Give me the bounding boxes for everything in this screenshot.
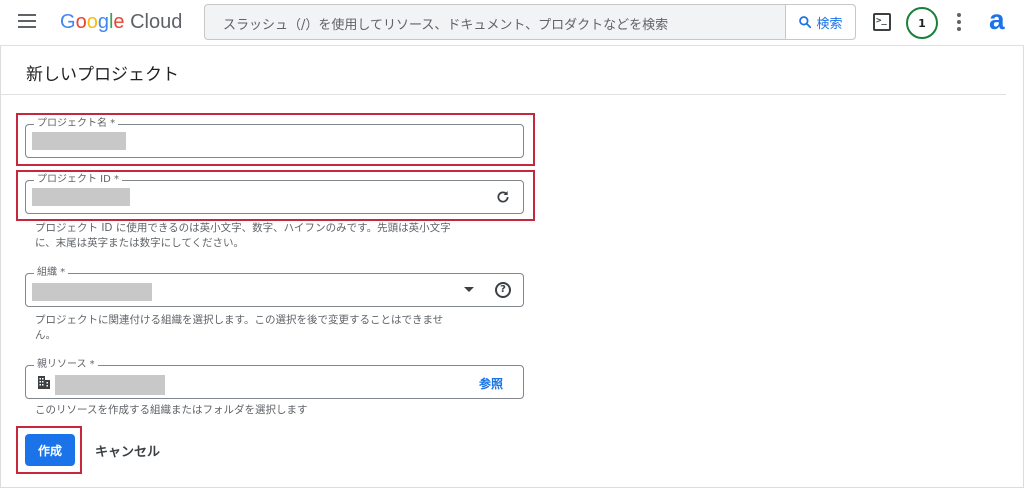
search-input[interactable]: スラッシュ（/）を使用してリソース、ドキュメント、プロダクトなどを検索 (223, 14, 668, 33)
parent-resource-label: 親リソース * (34, 358, 98, 372)
hamburger-menu-icon[interactable] (18, 14, 36, 28)
project-id-hint-line: に、末尾は英字または数字にしてください。 (35, 237, 245, 249)
logo-letter: o (75, 11, 87, 33)
organization-label: 組織 * (34, 266, 69, 280)
logo-cloud-text: Cloud (130, 11, 183, 33)
create-button[interactable]: 作成 (25, 434, 75, 466)
notification-count-badge[interactable]: 1 (906, 7, 938, 39)
organization-select[interactable]: 組織 * ? (25, 266, 524, 307)
search-button-label: 検索 (816, 16, 843, 32)
top-bar: Google Cloud スラッシュ（/）を使用してリソース、ドキュメント、プロ… (0, 0, 1024, 46)
organization-value-redacted (32, 283, 152, 301)
help-icon[interactable]: ? (495, 282, 511, 298)
project-name-value-redacted (32, 132, 126, 150)
project-id-label: プロジェクト ID * (34, 173, 123, 187)
logo-letter: o (86, 11, 98, 33)
page-title: 新しいプロジェクト (26, 65, 179, 85)
organization-hint-line: ん。 (35, 329, 56, 341)
parent-resource-hint: このリソースを作成する組織またはフォルダを選択します (35, 404, 308, 416)
parent-resource-value-redacted (55, 375, 165, 395)
logo-letter: G (60, 11, 76, 33)
logo-letter: e (113, 11, 125, 33)
refresh-icon[interactable] (495, 189, 511, 205)
project-name-label: プロジェクト名 * (34, 117, 119, 131)
project-id-hint: プロジェクト ID に使用できるのは英小文字、数字、ハイフンのみです。先頭は英小… (35, 221, 505, 251)
account-avatar[interactable]: a (989, 4, 1005, 36)
organization-hint: プロジェクトに関連付ける組織を選択します。この選択を後で変更することはできませ … (35, 313, 505, 343)
search-icon (799, 16, 812, 29)
organization-hint-line: プロジェクトに関連付ける組織を選択します。この選択を後で変更することはできませ (35, 314, 444, 326)
parent-resource-field[interactable]: 親リソース * 参照 (25, 358, 524, 399)
project-id-field[interactable]: プロジェクト ID * (25, 173, 524, 214)
project-id-value-redacted (32, 188, 130, 206)
google-cloud-logo[interactable]: Google Cloud (60, 10, 182, 34)
title-divider (0, 94, 1006, 95)
browse-button[interactable]: 参照 (479, 375, 503, 392)
project-id-hint-line: プロジェクト ID に使用できるのは英小文字、数字、ハイフンのみです。先頭は英小… (35, 222, 451, 234)
project-name-field[interactable]: プロジェクト名 * (25, 117, 524, 158)
logo-letter: g (97, 11, 109, 33)
search-button[interactable]: 検索 (785, 5, 855, 39)
search-box[interactable]: スラッシュ（/）を使用してリソース、ドキュメント、プロダクトなどを検索 検索 (204, 4, 856, 40)
dropdown-arrow-icon[interactable] (464, 287, 474, 292)
cloud-shell-terminal-icon[interactable]: >_ (873, 13, 891, 31)
more-options-icon[interactable] (957, 13, 963, 33)
cancel-button[interactable]: キャンセル (95, 441, 160, 460)
organization-building-icon (38, 376, 50, 389)
